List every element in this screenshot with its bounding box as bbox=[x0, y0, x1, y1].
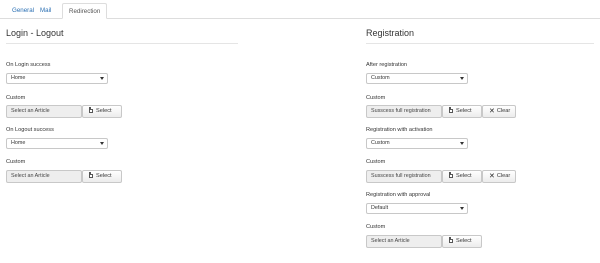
after-registration-value: Custom bbox=[371, 75, 390, 81]
chevron-down-icon bbox=[100, 77, 104, 80]
on-login-success-label: On Login success bbox=[6, 62, 51, 68]
tab-mail[interactable]: Mail bbox=[34, 3, 57, 19]
close-icon: ✕ bbox=[489, 173, 495, 180]
custom-login-label: Custom bbox=[6, 95, 26, 101]
document-icon bbox=[89, 107, 93, 113]
select-label: Select bbox=[456, 173, 472, 179]
on-logout-success-value: Home bbox=[11, 140, 26, 146]
select-label: Select bbox=[96, 173, 112, 179]
select-label: Select bbox=[456, 108, 472, 114]
after-registration-select[interactable]: Custom bbox=[366, 73, 468, 84]
custom-approval-article-field: Select an Article bbox=[366, 235, 442, 248]
custom-activation-select-button[interactable]: Select bbox=[442, 170, 482, 183]
custom-login-article-field: Select an Article bbox=[6, 105, 82, 118]
document-icon bbox=[449, 237, 453, 243]
login-logout-section: Login - Logout bbox=[6, 26, 238, 44]
chevron-down-icon bbox=[460, 77, 464, 80]
registration-approval-select[interactable]: Default bbox=[366, 203, 468, 214]
custom-registration-article-field: Susscess full registration bbox=[366, 105, 442, 118]
document-icon bbox=[89, 172, 93, 178]
tab-redirection[interactable]: Redirection bbox=[62, 3, 108, 19]
custom-activation-label: Custom bbox=[366, 159, 386, 165]
after-registration-label: After registration bbox=[366, 62, 408, 68]
custom-approval-label: Custom bbox=[366, 224, 386, 230]
custom-logout-label: Custom bbox=[6, 159, 26, 165]
section-title-registration: Registration bbox=[366, 26, 594, 44]
on-logout-success-select[interactable]: Home bbox=[6, 138, 108, 149]
custom-logout-article-field: Select an Article bbox=[6, 170, 82, 183]
custom-approval-select-button[interactable]: Select bbox=[442, 235, 482, 248]
custom-registration-clear-button[interactable]: ✕ Clear bbox=[482, 105, 516, 118]
custom-registration-select-button[interactable]: Select bbox=[442, 105, 482, 118]
registration-approval-value: Default bbox=[371, 205, 389, 211]
custom-activation-article-field: Susscess full registration bbox=[366, 170, 442, 183]
registration-section: Registration bbox=[366, 26, 594, 44]
registration-activation-value: Custom bbox=[371, 140, 390, 146]
on-login-success-select[interactable]: Home bbox=[6, 73, 108, 84]
clear-label: Clear bbox=[496, 108, 511, 114]
custom-registration-label: Custom bbox=[366, 95, 386, 101]
on-login-success-value: Home bbox=[11, 75, 26, 81]
document-icon bbox=[449, 172, 453, 178]
chevron-down-icon bbox=[460, 207, 464, 210]
custom-logout-select-button[interactable]: Select bbox=[82, 170, 122, 183]
select-label: Select bbox=[456, 238, 472, 244]
registration-activation-label: Registration with activation bbox=[366, 127, 433, 133]
section-title-login-logout: Login - Logout bbox=[6, 26, 238, 44]
close-icon: ✕ bbox=[489, 108, 495, 115]
tab-bar: General Mail Redirection bbox=[0, 0, 600, 19]
registration-activation-select[interactable]: Custom bbox=[366, 138, 468, 149]
on-logout-success-label: On Logout success bbox=[6, 127, 54, 133]
document-icon bbox=[449, 107, 453, 113]
custom-activation-clear-button[interactable]: ✕ Clear bbox=[482, 170, 516, 183]
chevron-down-icon bbox=[460, 142, 464, 145]
clear-label: Clear bbox=[496, 173, 511, 179]
chevron-down-icon bbox=[100, 142, 104, 145]
select-label: Select bbox=[96, 108, 112, 114]
registration-approval-label: Registration with approval bbox=[366, 192, 431, 198]
custom-login-select-button[interactable]: Select bbox=[82, 105, 122, 118]
